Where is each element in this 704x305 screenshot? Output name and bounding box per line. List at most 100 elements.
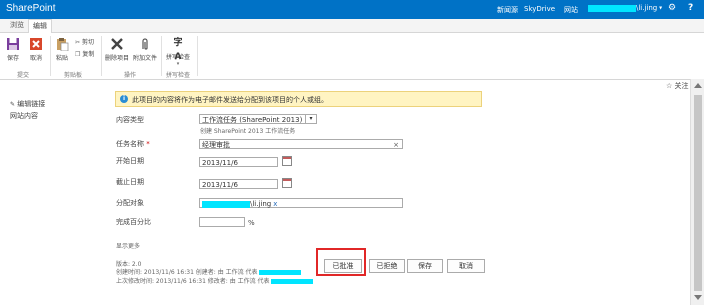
calendar-icon[interactable] [282,178,292,188]
star-icon: ☆ [666,82,673,90]
follow-button[interactable]: ☆ 关注 [666,81,689,91]
created-text: 创建时间: 2013/11/6 16:31 创建者: 由 工作流 代表 [116,269,258,276]
start-date-input[interactable]: 2013/11/6 [199,157,278,167]
spelling-icon: 字A [173,38,183,62]
delete-icon [110,37,124,51]
delete-item-label: 删除项目 [104,55,129,62]
suite-bar: SharePoint 新闻源 SkyDrive 网站 \li.jing ▾ ⚙ … [0,0,704,19]
scissors-icon: ✂ [75,39,81,46]
modified-info: 上次修改时间: 2013/11/6 16:31 修改者: 由 工作流 代表 [116,276,314,285]
assigned-to-label: 分配对象 [116,199,144,207]
modified-text: 上次修改时间: 2013/11/6 16:31 修改者: 由 工作流 代表 [116,278,270,285]
ribbon-separator [197,36,198,76]
redacted-creator [259,270,302,275]
title-input[interactable]: 经理审批 × [199,139,403,149]
edit-links-label: 编辑链接 [17,100,46,108]
cut-button[interactable]: ✂ 剪切 [75,37,94,46]
attach-file-button[interactable]: 附加文件 [132,37,158,62]
redacted-modifier [271,279,314,284]
title-label-text: 任务名称 [116,140,144,148]
cancel-form-button[interactable]: 取消 [447,259,485,273]
spelling-label: 拼写检查 [165,54,190,61]
created-info: 创建时间: 2013/11/6 16:31 创建者: 由 工作流 代表 [116,267,302,276]
percent-complete-input[interactable] [199,217,245,227]
cancel-label: 取消 [29,55,42,62]
group-clipboard-label: 剪贴板 [64,72,83,79]
percent-unit: % [248,219,255,227]
cut-label: 剪切 [81,39,94,46]
group-spelling-label: 拼写检查 [166,72,191,79]
paste-button[interactable]: 粘贴 [54,37,70,62]
title-value: 经理审批 [202,141,230,149]
info-message-text: 此项目的内容将作为电子邮件发送给分配到该项目的个人或组。 [132,96,328,104]
due-date-input[interactable]: 2013/11/6 [199,179,278,189]
reject-button[interactable]: 已拒绝 [369,259,405,273]
save-button[interactable]: 保存 [4,37,22,62]
content-type-label: 内容类型 [116,116,144,124]
copy-label: 复制 [82,51,95,58]
content-type-select[interactable]: 工作流任务 (SharePoint 2013) ▾ [199,114,317,124]
redacted-assignee [202,200,250,208]
brand-title[interactable]: SharePoint [6,3,55,14]
user-name-suffix: \li.jing [636,4,658,12]
ribbon: 保存 取消 提交 粘贴 ✂ 剪切 ❐ 复制 剪贴板 删除项目 附加文件 操作 字… [0,33,704,80]
newsfeed-link[interactable]: 新闻源 [497,5,518,15]
paperclip-icon [138,37,152,51]
due-date-label: 截止日期 [116,178,144,186]
title-label: 任务名称 * [116,139,150,149]
site-contents-link[interactable]: 网站内容 [10,111,38,121]
save-label: 保存 [6,55,19,62]
group-actions-label: 操作 [124,72,137,79]
redacted-username [588,4,636,12]
skydrive-link[interactable]: SkyDrive [524,5,555,13]
show-more-link[interactable]: 显示更多 [116,241,140,250]
percent-complete-label: 完成百分比 [116,218,151,226]
ribbon-separator [50,36,51,76]
delete-item-button[interactable]: 删除项目 [104,37,130,62]
calendar-icon[interactable] [282,156,292,166]
ribbon-tabs: 浏览 编辑 [0,19,704,33]
save-form-button[interactable]: 保存 [407,259,443,273]
tab-browse[interactable]: 浏览 [6,19,28,32]
start-date-value: 2013/11/6 [202,159,238,167]
due-date-value: 2013/11/6 [202,181,238,189]
ribbon-separator [161,36,162,76]
content-type-value: 工作流任务 (SharePoint 2013) [202,116,303,124]
vertical-scrollbar[interactable] [690,79,704,305]
clear-icon[interactable]: × [393,140,399,150]
scroll-thumb[interactable] [694,95,702,291]
edit-links-link[interactable]: ✎ 编辑链接 [10,99,45,109]
content-type-description: 创建 SharePoint 2013 工作流任务 [200,128,296,135]
scroll-up-icon[interactable] [694,83,702,88]
help-icon[interactable]: ? [688,3,693,13]
scroll-down-icon[interactable] [694,295,702,300]
follow-label: 关注 [674,82,689,90]
save-icon [6,37,20,51]
info-message-bar: i 此项目的内容将作为电子邮件发送给分配到该项目的个人或组。 [115,91,482,107]
remove-icon[interactable]: x [273,200,277,208]
sites-link[interactable]: 网站 [564,5,578,15]
tab-edit[interactable]: 编辑 [28,19,52,33]
highlight-box [316,248,366,276]
user-menu[interactable]: \li.jing ▾ [588,4,662,14]
chevron-down-icon: ▾ [176,61,180,67]
cancel-icon [29,37,43,51]
pencil-icon: ✎ [10,101,16,108]
ribbon-separator [101,36,102,76]
gear-icon[interactable]: ⚙ [668,3,676,13]
paste-icon [55,37,69,52]
info-icon: i [120,95,128,103]
start-date-label: 开始日期 [116,157,144,165]
copy-button[interactable]: ❐ 复制 [75,49,94,58]
attach-file-label: 附加文件 [132,55,157,62]
chevron-down-icon: ▾ [657,4,663,12]
copy-icon: ❐ [75,51,81,58]
assignee-suffix: \li.jing [250,200,272,208]
chevron-down-icon: ▾ [305,115,316,123]
group-commit-label: 提交 [17,72,30,79]
paste-label: 粘贴 [55,55,68,62]
required-marker: * [146,140,150,148]
assigned-to-input[interactable]: \li.jing x [199,198,403,208]
spelling-button[interactable]: 字A 拼写检查 ▾ [164,36,192,67]
cancel-button[interactable]: 取消 [27,37,45,62]
